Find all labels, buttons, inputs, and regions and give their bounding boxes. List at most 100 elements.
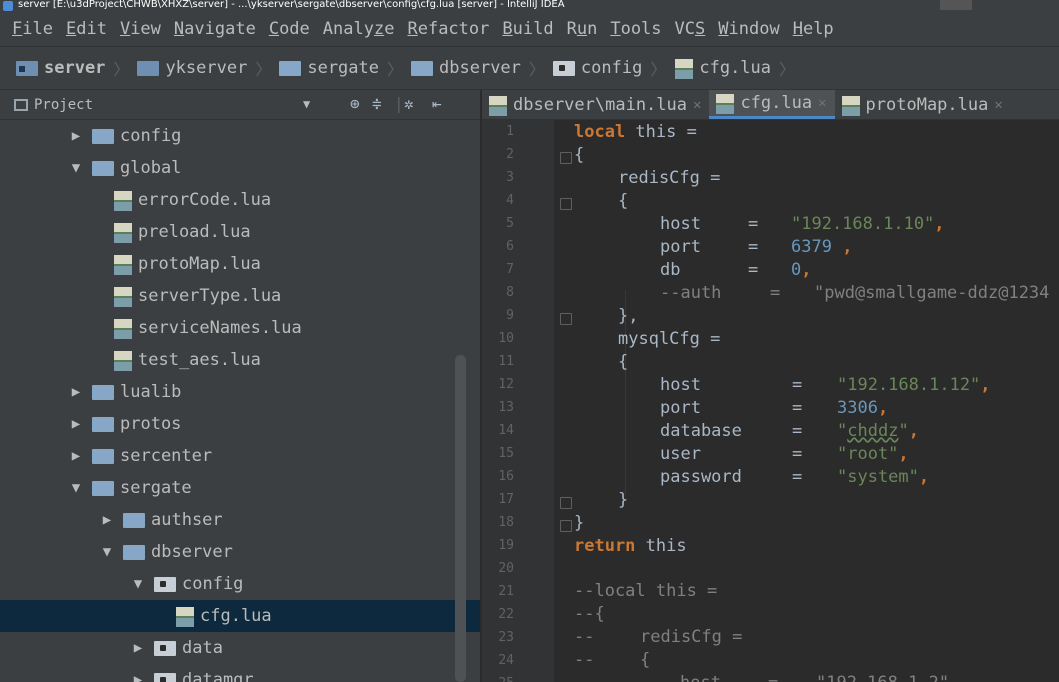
menu-item[interactable]: Run [567,19,598,39]
breadcrumb-item-config[interactable]: config 〉 [552,56,674,80]
breadcrumb-item-dbserver[interactable]: dbserver 〉 [411,56,553,80]
tab-main-lua[interactable]: dbserver\main.lua ✕ [482,90,709,119]
chevron-right-icon[interactable]: ▶ [66,384,86,400]
menu-item[interactable]: Navigate [174,19,256,39]
folder-icon [137,60,160,76]
view-mode-dropdown-icon[interactable]: ▼ [303,97,310,111]
breadcrumb-item-sergate[interactable]: sergate 〉 [279,56,411,80]
close-tab-icon[interactable]: ✕ [994,97,1002,113]
line-number: 24 [498,653,514,668]
chevron-right-icon[interactable]: ▶ [66,448,86,464]
folder-icon [123,512,145,528]
tree-item-label: authser [151,510,223,530]
gear-icon[interactable]: ✲ [404,94,414,113]
tree-item-label: config [120,126,182,146]
code-line-6: port = 6379 , [660,237,853,257]
folder-icon [411,60,434,76]
tree-item-label: protos [120,414,182,434]
line-number: 20 [498,561,514,576]
tree-item[interactable]: ▼ global [0,152,480,184]
breadcrumb-item-cfg-lua[interactable]: cfg.lua 〉 [674,56,803,80]
chevron-right-icon[interactable]: ▶ [66,128,86,144]
intellij-app-icon [3,1,13,11]
fold-marker[interactable] [560,198,572,210]
breadcrumb-item-ykserver[interactable]: ykserver 〉 [137,56,279,80]
fold-marker[interactable] [560,313,572,325]
breadcrumb-item-server[interactable]: server 〉 [16,56,137,80]
close-tab-icon[interactable]: ✕ [818,95,826,111]
tab-protomap-lua[interactable]: protoMap.lua ✕ [835,90,1011,119]
breadcrumb-separator: 〉 [255,60,272,79]
menu-item[interactable]: File [12,19,53,39]
fold-marker[interactable] [560,497,572,509]
lua-file-icon [113,350,133,371]
tree-item[interactable]: ▼ dbserver [0,536,480,568]
tree-item-label: data [182,638,223,658]
menu-item[interactable]: VCS [675,19,706,39]
tree-item-label: errorCode.lua [138,190,272,210]
tab-cfg-lua[interactable]: cfg.lua ✕ [709,90,835,119]
menu-item[interactable]: Tools [610,19,661,39]
chevron-right-icon[interactable]: ▶ [128,672,148,682]
menu-item[interactable]: Window [718,19,779,39]
tree-item[interactable]: ▼ config [0,568,480,600]
project-tree-scrollbar[interactable] [455,355,466,682]
tree-item-label: sergate [120,478,192,498]
chevron-right-icon[interactable]: ▶ [128,640,148,656]
tree-item[interactable]: ▶ protos [0,408,480,440]
editor-tabs: dbserver\main.lua ✕ cfg.lua ✕ protoMap.l… [482,90,1059,120]
chevron-right-icon[interactable]: ▶ [66,416,86,432]
project-icon [14,98,28,111]
code-editor[interactable]: dbserver\main.lua ✕ cfg.lua ✕ protoMap.l… [482,90,1059,682]
collapse-all-icon[interactable]: ≑ [372,94,382,113]
line-number: 6 [506,239,514,254]
tree-item[interactable]: ▶ data [0,632,480,664]
tree-item[interactable]: cfg.lua [0,600,480,632]
line-number: 13 [498,400,514,415]
project-panel-title: Project [34,96,94,113]
tree-item[interactable]: ▶ authser [0,504,480,536]
chevron-right-icon[interactable]: ▶ [97,512,117,528]
tree-item[interactable]: test_aes.lua [0,344,480,376]
menu-item[interactable]: View [120,19,161,39]
tree-item-label: protoMap.lua [138,254,261,274]
tree-item[interactable]: protoMap.lua [0,248,480,280]
menu-item[interactable]: Edit [66,19,107,39]
tree-item[interactable]: serviceNames.lua [0,312,480,344]
menu-item[interactable]: Build [502,19,553,39]
lua-file-icon [113,318,133,339]
lua-file-icon [175,606,195,627]
tree-item[interactable]: ▶ sercenter [0,440,480,472]
breadcrumb-separator: 〉 [387,60,404,79]
folder-icon [92,384,114,400]
tree-item[interactable]: errorCode.lua [0,184,480,216]
line-number: 10 [498,331,514,346]
menu-item[interactable]: Help [793,19,834,39]
chevron-down-icon[interactable]: ▼ [66,480,86,496]
fold-marker[interactable] [560,152,572,164]
window-control-button[interactable] [940,0,972,10]
tree-item[interactable]: ▶ config [0,120,480,152]
fold-marker[interactable] [560,520,572,532]
code-line-23: -- redisCfg = [574,627,743,647]
tree-item[interactable]: serverType.lua [0,280,480,312]
close-tab-icon[interactable]: ✕ [693,97,701,113]
menu-item[interactable]: Code [269,19,310,39]
tree-item[interactable]: ▶ lualib [0,376,480,408]
breadcrumb-separator: 〉 [528,60,545,79]
chevron-down-icon[interactable]: ▼ [97,544,117,560]
hide-panel-icon[interactable]: ⇤ [432,94,442,113]
locate-icon[interactable]: ⊕ [350,94,360,113]
menu-item[interactable]: Analyze [323,19,395,39]
tree-item-label: config [182,574,244,594]
code-line-12: host = "192.168.1.12", [660,375,991,395]
chevron-down-icon[interactable]: ▼ [128,576,148,592]
menu-item[interactable]: Refactor [407,19,489,39]
tree-item[interactable]: ▶ datamgr [0,664,480,682]
code-line-25: host="192.168.1.2" [680,673,949,682]
code-line-2: { [574,145,585,165]
code-line-16: password = "system", [660,467,930,487]
tree-item[interactable]: ▼ sergate [0,472,480,504]
chevron-down-icon[interactable]: ▼ [66,160,86,176]
tree-item[interactable]: preload.lua [0,216,480,248]
